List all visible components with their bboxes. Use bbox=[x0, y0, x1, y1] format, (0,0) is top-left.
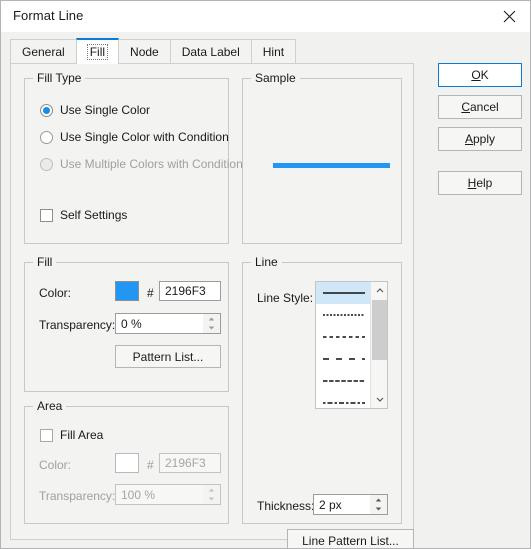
sample-group: Sample bbox=[242, 71, 402, 244]
fill-transparency-value: 0 % bbox=[121, 316, 142, 331]
tab-general-label: General bbox=[22, 45, 65, 59]
apply-rest: pply bbox=[473, 132, 496, 146]
fill-tab-page: Fill Type Use Single Color Use Single Co… bbox=[10, 63, 414, 548]
line-style-item-dash-dot[interactable] bbox=[316, 392, 372, 408]
thickness-spinner[interactable] bbox=[370, 495, 387, 514]
fill-color-hex-value: 2196F3 bbox=[165, 284, 206, 298]
line-group-title: Line bbox=[251, 255, 282, 269]
radio-use-multiple-colors-with-condition: Use Multiple Colors with Condition bbox=[40, 157, 243, 171]
line-style-item-solid[interactable] bbox=[316, 282, 372, 304]
area-group: Area Fill Area Color: # 2196F3 Transpare… bbox=[24, 399, 229, 524]
radio-use-multiple-colors-with-condition-label: Use Multiple Colors with Condition bbox=[60, 157, 243, 171]
area-color-hash: # bbox=[147, 458, 154, 472]
area-color-hex-input: 2196F3 bbox=[159, 453, 221, 473]
area-color-swatch bbox=[115, 453, 139, 473]
tab-general[interactable]: General bbox=[10, 39, 77, 64]
close-icon[interactable] bbox=[487, 1, 530, 32]
thickness-value: 2 px bbox=[319, 497, 342, 512]
pattern-list-button[interactable]: Pattern List... bbox=[115, 345, 221, 368]
pattern-list-button-label: Pattern List... bbox=[132, 349, 204, 364]
radio-use-multiple-colors-with-condition-indicator bbox=[40, 157, 53, 171]
line-group: Line Line Style: Thickness: 2 px bbox=[242, 255, 402, 524]
thickness-spinner-up-icon[interactable] bbox=[370, 495, 387, 505]
radio-use-single-color-indicator bbox=[40, 103, 53, 117]
tab-fill-label: Fill bbox=[86, 44, 109, 60]
fill-type-group-title: Fill Type bbox=[33, 71, 86, 85]
fill-color-swatch[interactable] bbox=[115, 281, 139, 301]
tab-hint[interactable]: Hint bbox=[250, 39, 297, 64]
line-style-label: Line Style: bbox=[257, 291, 314, 305]
fill-group: Fill Color: # 2196F3 Transparency: 0 % P… bbox=[24, 255, 229, 392]
cancel-button[interactable]: Cancel bbox=[438, 95, 522, 119]
line-style-item-long-dash[interactable] bbox=[316, 348, 372, 370]
checkbox-fill-area[interactable]: Fill Area bbox=[40, 428, 103, 442]
tab-data-label[interactable]: Data Label bbox=[169, 39, 252, 64]
line-style-item-dashed[interactable] bbox=[316, 326, 372, 348]
tab-hint-label: Hint bbox=[262, 45, 285, 59]
fill-color-hex-input[interactable]: 2196F3 bbox=[159, 281, 221, 301]
ok-button[interactable]: OK bbox=[438, 63, 522, 87]
sample-group-title: Sample bbox=[251, 71, 300, 85]
line-style-item-dotted[interactable] bbox=[316, 304, 372, 326]
area-group-title: Area bbox=[33, 399, 67, 413]
area-transparency-value: 100 % bbox=[121, 487, 156, 502]
apply-accel: A bbox=[464, 132, 473, 146]
title-bar: Format Line bbox=[1, 1, 530, 32]
area-spinner-down-icon bbox=[203, 494, 220, 504]
area-transparency-spinner bbox=[203, 485, 220, 504]
radio-use-single-color-with-condition[interactable]: Use Single Color with Condition bbox=[40, 130, 229, 144]
fill-group-title: Fill bbox=[33, 255, 57, 269]
line-style-scrollbar[interactable] bbox=[370, 282, 387, 408]
radio-use-single-color-with-condition-indicator bbox=[40, 130, 53, 144]
line-style-listbox[interactable] bbox=[315, 281, 388, 409]
help-rest: elp bbox=[476, 176, 493, 190]
tab-strip: General Fill Node Data Label Hint bbox=[10, 38, 297, 64]
line-pattern-list-button-label: Line Pattern List... bbox=[302, 533, 399, 548]
apply-button-label: Apply bbox=[465, 132, 495, 146]
area-transparency-label: Transparency: bbox=[39, 489, 116, 503]
radio-use-single-color-with-condition-label: Use Single Color with Condition bbox=[60, 130, 229, 144]
line-style-item-medium-dash[interactable] bbox=[316, 370, 372, 392]
thickness-spinner-down-icon[interactable] bbox=[370, 504, 387, 514]
checkbox-self-settings-indicator bbox=[40, 208, 53, 222]
apply-button[interactable]: Apply bbox=[438, 127, 522, 151]
tab-fill[interactable]: Fill bbox=[75, 38, 120, 64]
fill-transparency-spinner[interactable] bbox=[203, 314, 220, 333]
ok-rest: K bbox=[480, 68, 489, 82]
line-pattern-list-button[interactable]: Line Pattern List... bbox=[287, 529, 414, 548]
area-color-hex-value: 2196F3 bbox=[165, 456, 206, 470]
line-style-scrollbar-thumb[interactable] bbox=[372, 300, 387, 360]
fill-color-hash: # bbox=[147, 286, 154, 300]
ok-accel: O bbox=[471, 68, 481, 82]
radio-use-single-color-label: Use Single Color bbox=[60, 103, 151, 117]
area-color-label: Color: bbox=[39, 458, 72, 472]
thickness-label: Thickness: bbox=[257, 499, 315, 513]
format-line-dialog: Format Line General Fill Node Data Label… bbox=[0, 0, 531, 549]
tab-node[interactable]: Node bbox=[118, 39, 171, 64]
checkbox-fill-area-label: Fill Area bbox=[60, 428, 104, 442]
cancel-button-label: Cancel bbox=[461, 100, 498, 114]
radio-use-single-color[interactable]: Use Single Color bbox=[40, 103, 150, 117]
fill-color-label: Color: bbox=[39, 286, 72, 300]
window-title: Format Line bbox=[13, 8, 84, 23]
fill-transparency-label: Transparency: bbox=[39, 318, 116, 332]
help-button[interactable]: Help bbox=[438, 171, 522, 195]
spinner-up-icon[interactable] bbox=[203, 314, 220, 324]
cancel-accel: C bbox=[461, 100, 470, 114]
help-button-label: Help bbox=[468, 176, 493, 190]
cancel-rest: ancel bbox=[469, 100, 499, 114]
scroll-up-icon[interactable] bbox=[371, 282, 387, 299]
checkbox-self-settings[interactable]: Self Settings bbox=[40, 208, 127, 222]
area-spinner-up-icon bbox=[203, 485, 220, 495]
tab-data-label-label: Data Label bbox=[181, 45, 240, 59]
scroll-down-icon[interactable] bbox=[371, 391, 387, 408]
spinner-down-icon[interactable] bbox=[203, 323, 220, 333]
checkbox-self-settings-label: Self Settings bbox=[60, 208, 128, 222]
fill-type-group: Fill Type Use Single Color Use Single Co… bbox=[24, 71, 243, 244]
tab-node-label: Node bbox=[130, 45, 159, 59]
ok-button-label: OK bbox=[471, 68, 488, 82]
sample-line-preview bbox=[273, 163, 390, 168]
checkbox-fill-area-indicator bbox=[40, 428, 53, 442]
